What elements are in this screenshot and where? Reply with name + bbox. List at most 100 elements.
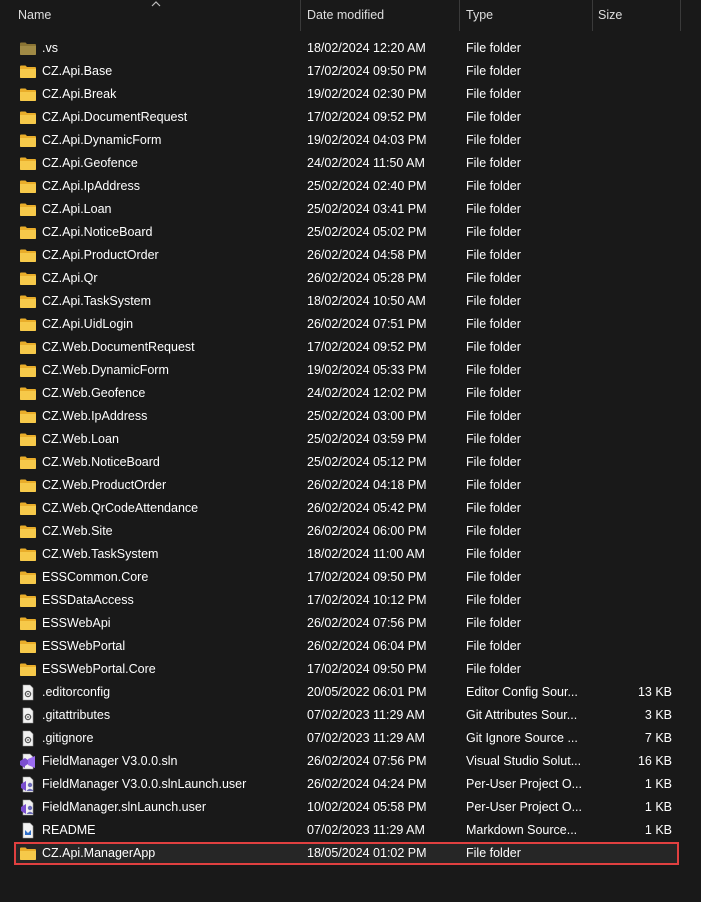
folder-icon [19,362,37,379]
list-item[interactable]: ESSDataAccess 17/02/2024 10:12 PM File fol… [0,589,701,612]
file-size: 16 KB [637,754,672,768]
list-item[interactable]: .gitignore 07/02/2023 11:29 AM Git Ignore … [0,727,701,750]
list-item[interactable]: FieldManager V3.0.0.slnLaunch.user 26/02/… [0,773,701,796]
column-header-date[interactable]: Date modified [301,0,459,31]
date-modified: 19/02/2024 05:33 PM [307,363,427,377]
file-name: README [42,823,96,837]
file-type: File folder [466,616,521,630]
folder-icon [19,845,37,862]
list-item[interactable]: ESSWebApi 26/02/2024 07:56 PM File folder [0,612,701,635]
file-type: File folder [466,133,521,147]
folder-icon [19,523,37,540]
user-project-file-icon [19,776,37,793]
list-item[interactable]: FieldManager V3.0.0.sln 26/02/2024 07:56 … [0,750,701,773]
list-item[interactable]: CZ.Api.Base 17/02/2024 09:50 PM File folde… [0,60,701,83]
visual-studio-solution-icon [19,753,37,770]
date-modified: 10/02/2024 05:58 PM [307,800,427,814]
file-type: File folder [466,363,521,377]
list-item[interactable]: CZ.Web.QrCodeAttendance 26/02/2024 05:42 … [0,497,701,520]
date-modified: 26/02/2024 06:04 PM [307,639,427,653]
list-item[interactable]: CZ.Web.DynamicForm 19/02/2024 05:33 PM Fil… [0,359,701,382]
list-item[interactable]: CZ.Web.Geofence 24/02/2024 12:02 PM File f… [0,382,701,405]
file-size: 1 KB [644,823,672,837]
file-name: CZ.Api.TaskSystem [42,294,152,308]
list-item-highlighted[interactable]: CZ.Api.ManagerApp 18/05/2024 01:02 PM File… [0,842,701,865]
list-item[interactable]: CZ.Api.NoticeBoard 25/02/2024 05:02 PM Fil… [0,221,701,244]
list-item[interactable]: FieldManager.slnLaunch.user 10/02/2024 05… [0,796,701,819]
file-type: File folder [466,639,521,653]
list-item[interactable]: CZ.Api.ProductOrder 26/02/2024 04:58 PM Fi… [0,244,701,267]
date-modified: 18/02/2024 11:00 AM [307,547,425,561]
list-item[interactable]: CZ.Api.Geofence 24/02/2024 11:50 AM File f… [0,152,701,175]
list-item[interactable]: CZ.Api.Loan 25/02/2024 03:41 PM File folde… [0,198,701,221]
folder-icon [19,385,37,402]
file-type: File folder [466,593,521,607]
file-type: File folder [466,524,521,538]
file-name: .gitignore [42,731,94,745]
column-header-name-label: Name [18,8,52,22]
folder-icon [19,109,37,126]
file-name: CZ.Api.DocumentRequest [42,110,188,124]
file-name: CZ.Web.DocumentRequest [42,340,195,354]
column-header-bar: Name Date modified Type Size [0,0,701,31]
file-name: CZ.Web.Geofence [42,386,146,400]
file-size: 3 KB [644,708,672,722]
list-item[interactable]: CZ.Api.IpAddress 25/02/2024 02:40 PM File … [0,175,701,198]
list-item[interactable]: CZ.Web.ProductOrder 26/02/2024 04:18 PM Fi… [0,474,701,497]
list-item[interactable]: CZ.Api.DocumentRequest 17/02/2024 09:52 P… [0,106,701,129]
date-modified: 25/02/2024 02:40 PM [307,179,427,193]
folder-icon [19,454,37,471]
list-item[interactable]: ESSCommon.Core 17/02/2024 09:50 PM File fo… [0,566,701,589]
list-item[interactable]: CZ.Web.NoticeBoard 25/02/2024 05:12 PM Fil… [0,451,701,474]
column-header-type[interactable]: Type [460,0,592,31]
date-modified: 26/02/2024 04:24 PM [307,777,427,791]
file-type: File folder [466,409,521,423]
list-item[interactable]: CZ.Api.Qr 26/02/2024 05:28 PM File folder [0,267,701,290]
file-name: CZ.Web.DynamicForm [42,363,169,377]
column-header-date-label: Date modified [307,8,385,22]
list-item[interactable]: .vs 18/02/2024 12:20 AM File folder [0,37,701,60]
list-item[interactable]: .editorconfig 20/05/2022 06:01 PM Editor C… [0,681,701,704]
column-header-size[interactable]: Size [592,0,680,31]
file-type: File folder [466,294,521,308]
list-item[interactable]: ESSWebPortal.Core 17/02/2024 09:50 PM File… [0,658,701,681]
file-name: CZ.Api.Break [42,87,117,101]
file-name: CZ.Api.UidLogin [42,317,134,331]
date-modified: 24/02/2024 12:02 PM [307,386,427,400]
list-item[interactable]: CZ.Web.IpAddress 25/02/2024 03:00 PM File … [0,405,701,428]
date-modified: 19/02/2024 04:03 PM [307,133,427,147]
config-file-icon [19,684,37,701]
file-type: File folder [466,202,521,216]
file-type: Per-User Project O... [466,800,582,814]
folder-icon [19,569,37,586]
date-modified: 18/02/2024 10:50 AM [307,294,426,308]
folder-icon [19,546,37,563]
folder-icon [19,132,37,149]
list-item[interactable]: CZ.Web.DocumentRequest 17/02/2024 09:52 P… [0,336,701,359]
list-item[interactable]: CZ.Api.TaskSystem 18/02/2024 10:50 AM File… [0,290,701,313]
file-type: File folder [466,248,521,262]
folder-icon [19,293,37,310]
date-modified: 26/02/2024 07:51 PM [307,317,427,331]
file-type: Visual Studio Solut... [466,754,582,768]
list-item[interactable]: CZ.Web.TaskSystem 18/02/2024 11:00 AM File… [0,543,701,566]
column-divider[interactable] [680,0,681,31]
list-item[interactable]: .gitattributes 07/02/2023 11:29 AM Git Att… [0,704,701,727]
file-name: .vs [42,41,58,55]
list-item[interactable]: CZ.Api.UidLogin 26/02/2024 07:51 PM File f… [0,313,701,336]
list-item[interactable]: ESSWebPortal 26/02/2024 06:04 PM File fold… [0,635,701,658]
file-name: ESSDataAccess [42,593,134,607]
file-size: 1 KB [644,800,672,814]
list-item[interactable]: CZ.Web.Site 26/02/2024 06:00 PM File folde… [0,520,701,543]
list-item[interactable]: CZ.Api.DynamicForm 19/02/2024 04:03 PM Fil… [0,129,701,152]
file-name: ESSWebApi [42,616,111,630]
folder-icon [19,86,37,103]
list-item[interactable]: CZ.Web.Loan 25/02/2024 03:59 PM File folde… [0,428,701,451]
date-modified: 17/02/2024 09:50 PM [307,64,427,78]
file-type: File folder [466,41,521,55]
file-type: File folder [466,156,521,170]
list-item[interactable]: CZ.Api.Break 19/02/2024 02:30 PM File fold… [0,83,701,106]
date-modified: 26/02/2024 04:18 PM [307,478,427,492]
list-item[interactable]: README 07/02/2023 11:29 AM Markdown Source… [0,819,701,842]
date-modified: 19/02/2024 02:30 PM [307,87,427,101]
